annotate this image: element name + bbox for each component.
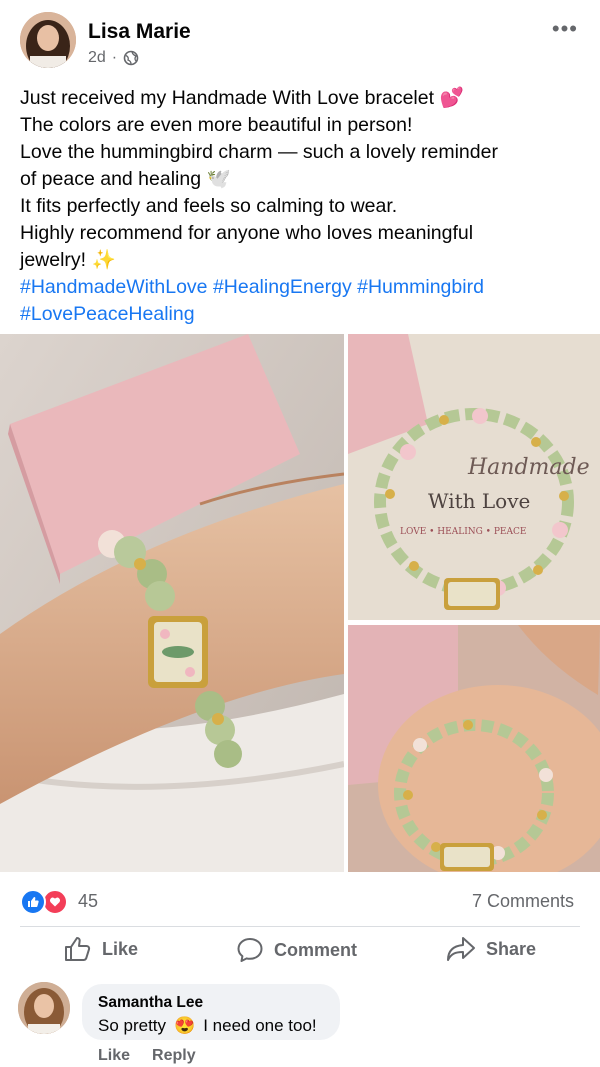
comment-text-start: So pretty	[98, 1016, 167, 1035]
comment-text: So pretty 😍 I need one too!	[98, 1016, 317, 1036]
comment-button[interactable]: Comment	[236, 936, 357, 964]
post-actions: Like Comment Share	[0, 930, 600, 974]
meta-separator: ·	[111, 49, 118, 66]
share-icon	[447, 937, 475, 961]
post-line: jewelry! ✨	[20, 249, 116, 271]
post-line: Just received my Handmade With Love brac…	[20, 87, 464, 109]
like-button[interactable]: Like	[64, 936, 138, 962]
photo-bracelet-in-palm[interactable]	[348, 625, 600, 872]
more-options-icon[interactable]: •••	[552, 16, 578, 42]
divider	[20, 926, 580, 927]
hashtags[interactable]: #HandmadeWithLove #HealingEnergy #Hummin…	[20, 274, 580, 301]
comments-count[interactable]: 7 Comments	[472, 891, 574, 912]
cloth-text-with-love: With Love	[428, 489, 530, 513]
comment-actions: Like Reply	[98, 1047, 196, 1065]
commenter-avatar[interactable]	[18, 982, 70, 1034]
post-line: The colors are even more beautiful in pe…	[20, 114, 413, 136]
post-text: Just received my Handmade With Love brac…	[20, 85, 580, 328]
comment-icon	[237, 938, 263, 962]
share-button[interactable]: Share	[446, 936, 536, 962]
avatar-portrait	[20, 12, 76, 68]
palm-photo-illustration	[348, 625, 600, 872]
cloth-text-handmade: Handmade	[467, 455, 590, 480]
post-line: Highly recommend for anyone who loves me…	[20, 222, 474, 244]
wrist-photo-illustration	[0, 334, 344, 872]
comment-like-link[interactable]: Like	[98, 1047, 130, 1065]
comment-bubble: Samantha Lee So pretty 😍 I need one too!	[82, 984, 340, 1040]
cloth-photo-illustration: Handmade With Love LOVE • HEALING • PEAC…	[348, 334, 600, 620]
comment-reply-link[interactable]: Reply	[152, 1047, 196, 1065]
post-line: Love the hummingbird charm — such a love…	[20, 141, 498, 163]
heart-eyes-emoji: 😍	[174, 1016, 196, 1035]
photo-bracelet-on-wrist[interactable]	[0, 334, 344, 872]
author-avatar[interactable]	[20, 12, 76, 68]
photo-bracelet-on-cloth[interactable]: Handmade With Love LOVE • HEALING • PEAC…	[348, 334, 600, 620]
like-label: Like	[102, 938, 139, 959]
hashtags[interactable]: #LovePeaceHealing	[20, 301, 580, 328]
post-header: Lisa Marie 2d · •••	[0, 0, 600, 80]
reaction-count[interactable]: 45	[78, 891, 98, 912]
reaction-icons[interactable]	[20, 889, 72, 915]
post-line: It fits perfectly and feels so calming t…	[20, 195, 398, 217]
post-meta: 2d ·	[88, 49, 139, 67]
cloth-text-tagline: LOVE • HEALING • PEACE	[400, 527, 526, 537]
reactions-summary: 45 7 Comments	[0, 880, 600, 920]
post-line: of peace and healing 🕊️	[20, 168, 231, 190]
post-time[interactable]: 2d	[88, 49, 106, 67]
commenter-name[interactable]: Samantha Lee	[98, 994, 203, 1012]
author-name[interactable]: Lisa Marie	[88, 20, 191, 44]
commenter-portrait	[18, 982, 70, 1034]
globe-icon	[123, 50, 139, 66]
share-label: Share	[486, 938, 537, 959]
comment-text-end: I need one too!	[203, 1016, 317, 1035]
thumbs-up-icon	[65, 937, 91, 961]
like-reaction-icon	[20, 889, 46, 915]
comment-label: Comment	[274, 939, 358, 960]
